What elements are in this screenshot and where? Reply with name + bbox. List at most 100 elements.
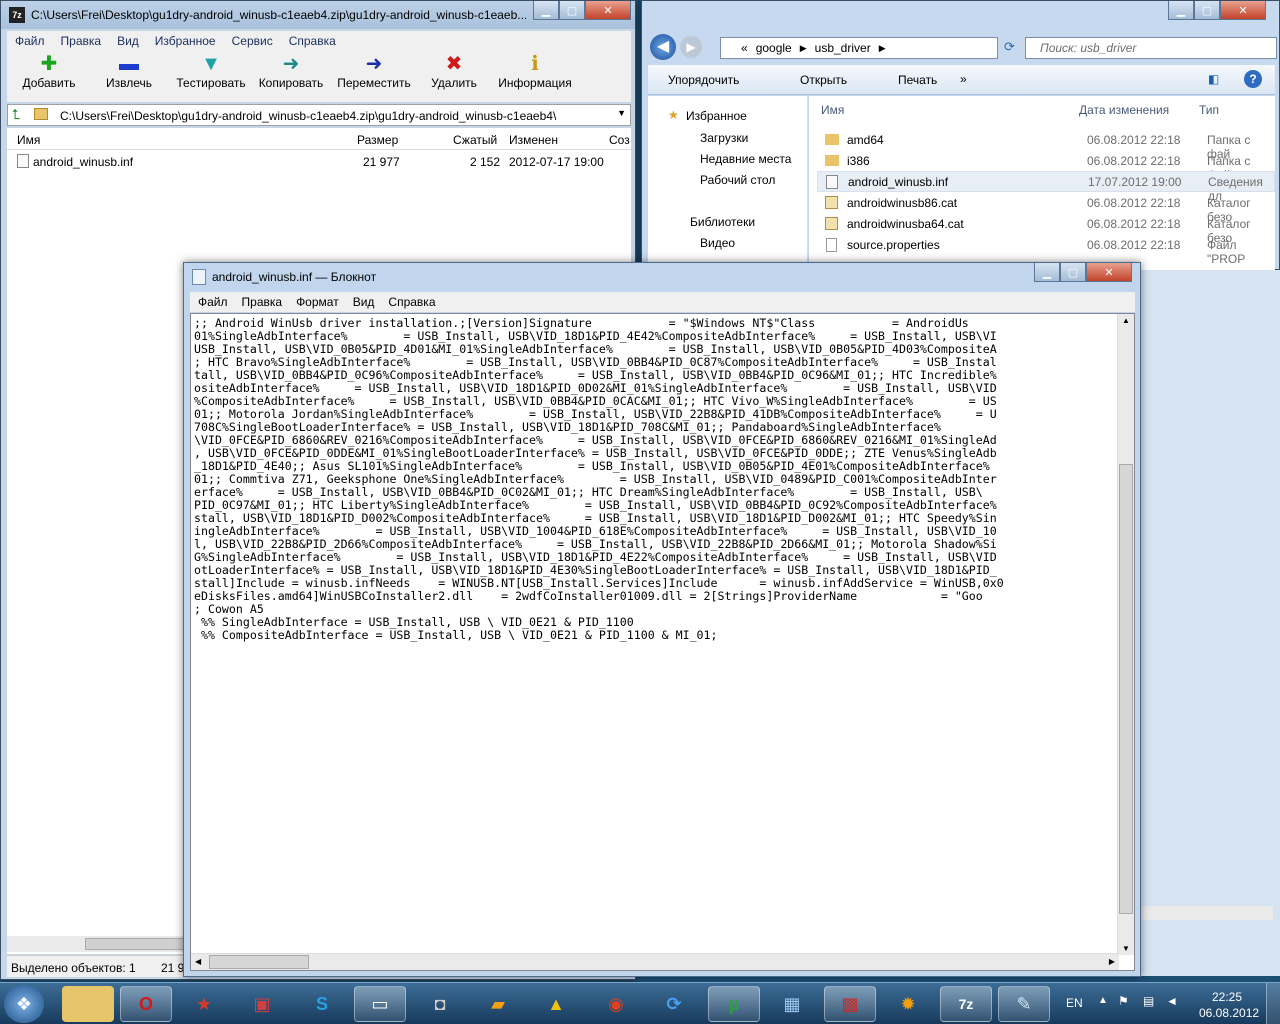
minimize-button[interactable]: ▁ <box>1034 263 1060 282</box>
list-item[interactable]: source.properties 06.08.2012 22:18 Файл … <box>809 235 1275 266</box>
explorer-taskbar-icon[interactable] <box>62 986 114 1022</box>
sidebar-item-favorites[interactable]: Избранное <box>686 109 747 123</box>
list-item[interactable]: androidwinusb86.cat 06.08.2012 22:18 Кат… <box>809 193 1275 224</box>
chevron-right-icon[interactable]: ▶ <box>800 43 807 54</box>
delete-button[interactable]: ✖ Удалить <box>425 52 483 90</box>
sidebar-item-video[interactable]: Видео <box>700 236 735 250</box>
col-created[interactable]: Соз <box>609 133 630 147</box>
language-indicator[interactable]: EN <box>1066 996 1083 1010</box>
horizontal-scrollbar[interactable] <box>1141 906 1273 920</box>
sevenzip-address-bar[interactable]: ⮤ C:\Users\Frei\Desktop\gu1dry-android_w… <box>7 104 631 126</box>
help-icon[interactable]: ? <box>1244 70 1262 88</box>
col-name[interactable]: Имя <box>821 103 844 117</box>
media-taskbar-icon[interactable]: ◉ <box>590 986 642 1022</box>
back-icon[interactable]: ◀ <box>650 34 676 60</box>
refresh-icon[interactable]: ⟳ <box>1004 39 1015 55</box>
show-desktop-button[interactable] <box>1266 983 1280 1024</box>
skype-taskbar-icon[interactable]: S <box>296 986 348 1022</box>
scroll-down-icon[interactable]: ▼ <box>1122 944 1130 953</box>
maximize-button[interactable]: ▢ <box>1194 1 1220 20</box>
list-item[interactable]: android_winusb.inf 17.07.2012 19:00 Свед… <box>817 171 1275 203</box>
sync-taskbar-icon[interactable]: ⟳ <box>648 986 700 1022</box>
organize-button[interactable]: Упорядочить <box>668 73 739 87</box>
col-packed[interactable]: Сжатый <box>453 133 497 147</box>
list-item[interactable]: amd64 06.08.2012 22:18 Папка с фай <box>809 130 1275 161</box>
scroll-right-icon[interactable]: ▶ <box>1109 957 1115 966</box>
copy-button[interactable]: ➜ Копировать <box>253 52 329 90</box>
maximize-button[interactable]: ▢ <box>1060 263 1086 282</box>
photo-taskbar-icon[interactable]: ✹ <box>882 986 934 1022</box>
move-button[interactable]: ➜ Переместить <box>333 52 415 90</box>
toolbox-taskbar-icon[interactable]: ▩ <box>824 986 876 1022</box>
control-panel-taskbar-icon[interactable]: ▦ <box>766 986 818 1022</box>
pokerstars-taskbar-icon[interactable]: ★ <box>178 986 230 1022</box>
explorer-titlebar[interactable]: ▁ ▢ ✕ <box>642 1 1279 29</box>
table-row[interactable]: android_winusb.inf 21 977 2 152 2012-07-… <box>7 152 631 170</box>
vertical-scrollbar[interactable]: ▲ ▼ <box>1117 314 1134 955</box>
horizontal-scrollbar[interactable] <box>7 936 185 952</box>
clock-time[interactable]: 22:25 <box>1212 990 1242 1004</box>
app-taskbar-icon[interactable]: ◘ <box>414 986 466 1022</box>
notepad-text-area[interactable]: ;; Android WinUsb driver installation.;[… <box>190 313 1135 971</box>
search-input[interactable]: Поиск: usb_driver <box>1025 37 1277 59</box>
menu-file[interactable]: Файл <box>15 34 45 48</box>
start-button[interactable]: ❖ <box>4 985 44 1023</box>
close-button[interactable]: ✕ <box>585 1 631 20</box>
sidebar-item-downloads[interactable]: Загрузки <box>700 131 748 145</box>
minimize-button[interactable]: ▁ <box>533 1 559 20</box>
maximize-button[interactable]: ▢ <box>559 1 585 20</box>
menu-view[interactable]: Вид <box>353 295 375 309</box>
menu-help[interactable]: Справка <box>289 34 336 48</box>
breadcrumb-overflow[interactable]: « <box>741 41 748 55</box>
col-size[interactable]: Размер <box>357 133 398 147</box>
notepad-taskbar-icon[interactable]: ✎ <box>998 986 1050 1022</box>
notepad-titlebar[interactable]: android_winusb.inf — Блокнот ▁ ▢ ✕ <box>184 263 1140 291</box>
close-button[interactable]: ✕ <box>1086 263 1132 282</box>
aimp-taskbar-icon[interactable]: ▲ <box>530 986 582 1022</box>
scrollbar-thumb[interactable] <box>1119 464 1133 914</box>
more-commands-button[interactable]: » <box>960 72 967 86</box>
extract-button[interactable]: ▬ Извлечь <box>99 52 159 90</box>
flag-icon[interactable]: ⚑ <box>1118 994 1129 1008</box>
sevenzip-taskbar-icon[interactable]: 7z <box>940 986 992 1022</box>
print-button[interactable]: Печать <box>898 73 937 87</box>
breadcrumb-usb-driver[interactable]: usb_driver <box>815 41 871 55</box>
menu-favorites[interactable]: Избранное <box>155 34 216 48</box>
menu-view[interactable]: Вид <box>117 34 139 48</box>
preview-pane-icon[interactable]: ◧ <box>1208 72 1219 86</box>
sidebar-item-recent[interactable]: Недавние места <box>700 152 791 166</box>
test-button[interactable]: ▼ Тестировать <box>169 52 253 90</box>
sidebar-item-desktop[interactable]: Рабочий стол <box>700 173 775 187</box>
folder-up-icon[interactable]: ⮤ <box>12 106 20 123</box>
col-type[interactable]: Тип <box>1199 103 1219 117</box>
breadcrumb-google[interactable]: google <box>756 41 792 55</box>
col-date[interactable]: Дата изменения <box>1079 103 1169 117</box>
minimize-button[interactable]: ▁ <box>1168 1 1194 20</box>
scroll-left-icon[interactable]: ◀ <box>195 957 201 966</box>
info-button[interactable]: ℹ Информация <box>493 52 577 90</box>
menu-file[interactable]: Файл <box>198 295 228 309</box>
forward-icon[interactable]: ▶ <box>680 36 702 58</box>
chevron-down-icon[interactable]: ▼ <box>617 108 626 118</box>
menu-edit[interactable]: Правка <box>61 34 102 48</box>
menu-edit[interactable]: Правка <box>242 295 283 309</box>
list-item[interactable]: i386 06.08.2012 22:18 Папка с фай <box>809 151 1275 182</box>
close-button[interactable]: ✕ <box>1220 1 1266 20</box>
utorrent-taskbar-icon[interactable]: µ <box>708 986 760 1022</box>
show-hidden-icons[interactable]: ▲ <box>1098 995 1108 1006</box>
menu-tools[interactable]: Сервис <box>232 34 273 48</box>
scrollbar-thumb[interactable] <box>85 938 185 950</box>
menu-help[interactable]: Справка <box>388 295 435 309</box>
game-taskbar-icon[interactable]: ▣ <box>236 986 288 1022</box>
opera-taskbar-icon[interactable]: O <box>120 986 172 1022</box>
scrollbar-thumb[interactable] <box>209 955 309 969</box>
chevron-right-icon[interactable]: ▶ <box>879 43 886 54</box>
col-modified[interactable]: Изменен <box>509 133 558 147</box>
nfs-taskbar-icon[interactable]: ▰ <box>472 986 524 1022</box>
horizontal-scrollbar[interactable]: ◀ ▶ <box>191 953 1119 970</box>
breadcrumb[interactable]: « google ▶ usb_driver ▶ <box>720 37 998 59</box>
col-name[interactable]: Имя <box>17 133 40 147</box>
list-item[interactable]: androidwinusba64.cat 06.08.2012 22:18 Ка… <box>809 214 1275 245</box>
add-button[interactable]: ✚ Добавить <box>17 52 81 90</box>
volume-icon[interactable]: ◄ <box>1166 994 1178 1008</box>
